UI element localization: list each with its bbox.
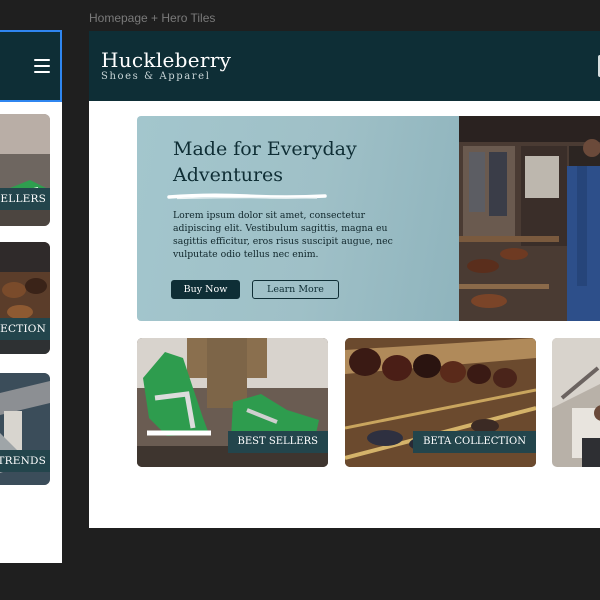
site-header: Huckleberry Shoes & Apparel — [89, 31, 600, 101]
store-photo — [459, 116, 600, 321]
tile-beta-collection[interactable]: BETA COLLECTION — [345, 338, 536, 467]
brush-stroke-decoration — [167, 193, 327, 200]
mobile-tile-label: SELLERS — [0, 188, 50, 210]
mobile-frame[interactable]: SELLERS ECTION TRENDS — [0, 30, 62, 563]
mobile-tile-label: TRENDS — [0, 450, 50, 472]
frame-label: Homepage + Hero Tiles — [89, 11, 216, 25]
brand-tagline: Shoes & Apparel — [101, 71, 211, 82]
learn-more-button[interactable]: Learn More — [252, 280, 339, 299]
desktop-frame[interactable]: Huckleberry Shoes & Apparel Made for Eve… — [89, 31, 600, 528]
tile-label: BETA COLLECTION — [413, 431, 536, 453]
mobile-header[interactable] — [0, 30, 62, 102]
hero-title: Made for Everyday Adventures — [173, 138, 357, 186]
hamburger-menu-icon[interactable] — [34, 59, 50, 73]
mobile-tile-label: ECTION — [0, 318, 50, 340]
hero-body: Lorem ipsum dolor sit amet, consectetur … — [173, 210, 393, 260]
mobile-tile-collection[interactable]: ECTION — [0, 242, 50, 354]
mobile-tile-trends[interactable]: TRENDS — [0, 373, 50, 485]
tile-best-sellers[interactable]: BEST SELLERS — [137, 338, 328, 467]
hero-panel: Made for Everyday Adventures Lorem ipsum… — [137, 116, 459, 321]
tile-trends[interactable] — [552, 338, 600, 467]
trends-image — [552, 338, 600, 467]
buy-now-button[interactable]: Buy Now — [171, 280, 240, 299]
tile-label: BEST SELLERS — [227, 431, 328, 453]
mobile-tile-best-sellers[interactable]: SELLERS — [0, 114, 50, 226]
hero-banner: Made for Everyday Adventures Lorem ipsum… — [137, 116, 600, 321]
brand-name[interactable]: Huckleberry — [101, 48, 231, 72]
